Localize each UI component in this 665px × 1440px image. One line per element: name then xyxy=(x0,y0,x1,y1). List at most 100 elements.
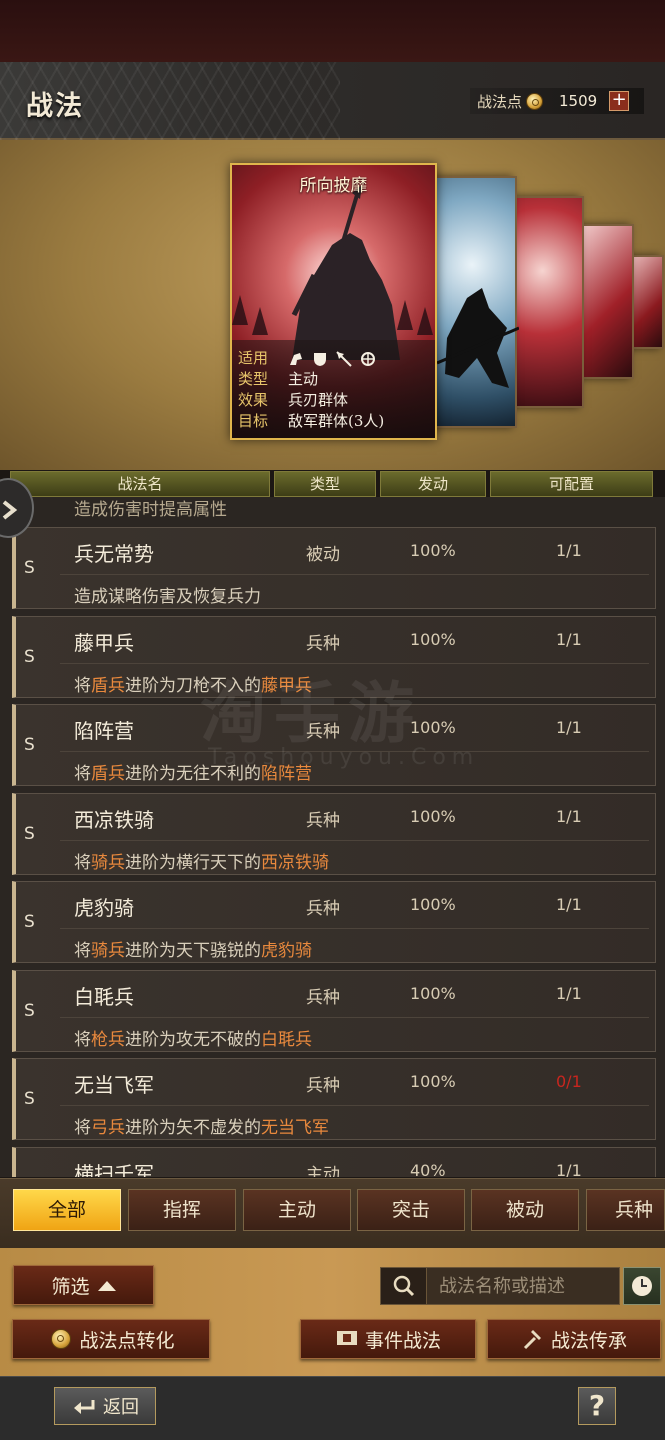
tactic-row[interactable]: S 无当飞军 兵种 100% 0/1 将弓兵进阶为矢不虚发的无当飞军 xyxy=(12,1058,656,1140)
filter-button[interactable]: 筛选 xyxy=(13,1265,154,1305)
tactic-description: 将弓兵进阶为矢不虚发的无当飞军 xyxy=(74,1113,329,1138)
filter-label: 筛选 xyxy=(51,1275,90,1298)
highlight-text: 骑兵 xyxy=(91,852,125,873)
tactic-row[interactable]: S横扫千军主动40%1/1 xyxy=(12,1146,656,1178)
tactic-slots: 1/1 xyxy=(556,806,582,826)
tab-assault[interactable]: 突击 xyxy=(357,1189,465,1231)
tactic-grade: S xyxy=(24,558,35,578)
card-info-value: 主动 xyxy=(288,370,319,388)
history-button[interactable] xyxy=(623,1267,661,1305)
side-drawer-handle[interactable] xyxy=(0,478,34,538)
crossbow-icon xyxy=(360,351,376,367)
tab-troop[interactable]: 兵种 xyxy=(586,1189,665,1231)
description-text: 进阶为攻无不破的 xyxy=(125,1029,261,1050)
tactic-row[interactable]: S 白毦兵 兵种 100% 1/1 将枪兵进阶为攻无不破的白毦兵 xyxy=(12,969,656,1052)
tactic-name: 虎豹骑 xyxy=(74,896,134,920)
convert-points-button[interactable]: 战法点转化 xyxy=(12,1319,210,1359)
back-button[interactable]: 返回 xyxy=(54,1387,156,1425)
search-box xyxy=(380,1267,620,1305)
column-header-slots[interactable]: 可配置 xyxy=(490,471,653,497)
inherit-tactics-label: 战法传承 xyxy=(550,1329,627,1352)
footer-bar: 返回 ? xyxy=(0,1376,665,1440)
column-header-type[interactable]: 类型 xyxy=(274,471,376,497)
convert-points-label: 战法点转化 xyxy=(79,1329,175,1352)
row-divider xyxy=(60,1016,649,1018)
card-preview-3[interactable] xyxy=(582,224,634,379)
tactic-slots: 1/1 xyxy=(556,1160,582,1178)
highlight-text: 弓兵 xyxy=(91,1118,125,1138)
row-divider xyxy=(60,928,649,929)
tactic-description: 将骑兵进阶为天下骁锐的虎豹骑 xyxy=(74,936,312,961)
tactic-slots: 1/1 xyxy=(556,718,582,737)
tactic-grade: S xyxy=(24,823,35,844)
tactic-name: 横扫千军 xyxy=(74,1161,154,1178)
tactic-description: 将枪兵进阶为攻无不破的白毦兵 xyxy=(74,1025,312,1050)
help-button[interactable]: ? xyxy=(578,1387,616,1425)
tactic-type: 兵种 xyxy=(306,1076,340,1096)
card-info-row: 适用 xyxy=(238,348,435,369)
tactic-rate: 100% xyxy=(410,1072,456,1091)
inherit-tactics-button[interactable]: 战法传承 xyxy=(487,1319,661,1359)
return-arrow-icon xyxy=(74,1400,95,1414)
tactic-grade: S xyxy=(24,912,35,932)
event-tactics-label: 事件战法 xyxy=(364,1329,441,1352)
description-text: 造成谋略伤害及恢复兵力 xyxy=(74,587,261,607)
watermark: 淘手游 xyxy=(200,675,422,752)
description-text: 进阶为横行天下的 xyxy=(125,852,261,873)
column-header-name[interactable]: 战法名 xyxy=(10,471,270,497)
clock-icon xyxy=(632,1276,652,1296)
arrow-right-icon xyxy=(2,500,18,520)
table-header: 战法名 类型 发动 可配置 xyxy=(10,471,657,497)
tactic-row[interactable]: S 虎豹骑 兵种 100% 1/1 将骑兵进阶为天下骁锐的虎豹骑 xyxy=(12,881,656,963)
tab-active[interactable]: 主动 xyxy=(243,1189,351,1231)
search-input[interactable] xyxy=(439,1275,619,1297)
tactic-rate: 100% xyxy=(410,541,456,560)
tactic-rate: 100% xyxy=(410,806,456,826)
featured-tactic-card[interactable]: 所向披靡 适用 类型 主动 效果 兵刃群体 目标 敌军群体(3人) xyxy=(230,163,437,440)
warrior-illustration xyxy=(436,288,520,388)
tactic-row[interactable]: S 西凉铁骑 兵种 100% 1/1 将骑兵进阶为横行天下的西凉铁骑 xyxy=(12,792,656,875)
cavalry-icon xyxy=(288,351,304,367)
tab-passive[interactable]: 被动 xyxy=(471,1189,579,1231)
highlight-text: 枪兵 xyxy=(91,1029,125,1050)
tab-all[interactable]: 全部 xyxy=(13,1189,121,1231)
card-preview-4[interactable] xyxy=(630,255,664,349)
card-info-key: 效果 xyxy=(238,391,269,409)
highlight-text: 西凉铁骑 xyxy=(261,852,329,873)
column-header-rate[interactable]: 发动 xyxy=(380,471,486,497)
tactic-grade: S xyxy=(24,735,35,755)
highlight-text: 虎豹骑 xyxy=(261,941,312,961)
description-text: 将 xyxy=(74,1118,91,1138)
card-title: 所向披靡 xyxy=(299,176,368,196)
event-tactics-button[interactable]: 事件战法 xyxy=(300,1319,476,1359)
tactic-rate: 100% xyxy=(410,895,456,914)
coin-icon xyxy=(51,1329,72,1349)
tactic-row[interactable]: S 兵无常势 被动 100% 1/1 造成谋略伤害及恢复兵力 xyxy=(12,527,656,609)
tactic-grade: S xyxy=(24,646,35,667)
add-points-button[interactable]: + xyxy=(609,91,630,111)
description-text: 将 xyxy=(74,675,91,696)
tab-command[interactable]: 指挥 xyxy=(128,1189,236,1231)
description-text: 将 xyxy=(74,1029,91,1050)
search-icon[interactable] xyxy=(381,1268,427,1304)
card-info-key: 类型 xyxy=(238,370,269,388)
card-preview-2[interactable] xyxy=(514,196,584,408)
tactic-list[interactable]: 造成伤害时提高属性 S 兵无常势 被动 100% 1/1 造成谋略伤害及恢复兵力 S 藤甲兵兵… xyxy=(0,497,665,1177)
card-info-key: 适用 xyxy=(238,349,269,367)
tactic-name: 西凉铁骑 xyxy=(74,807,154,832)
tactic-slots: 1/1 xyxy=(556,541,582,560)
unit-type-icons xyxy=(288,348,376,369)
description-text: 进阶为天下骁锐的 xyxy=(125,941,261,961)
category-tabs: 全部 指挥 主动 突击 被动 兵种 xyxy=(0,1178,665,1248)
spear-icon xyxy=(336,350,352,367)
tactic-rate: 40% xyxy=(410,1160,446,1178)
card-info-key: 目标 xyxy=(238,412,269,430)
tactic-name: 白毦兵 xyxy=(74,984,134,1009)
tactic-type: 主动 xyxy=(306,1164,340,1178)
tactic-rate: 100% xyxy=(410,629,456,649)
highlight-text: 白毦兵 xyxy=(261,1029,312,1050)
tactic-name: 陷阵营 xyxy=(74,719,134,743)
partial-row-text: 造成伤害时提高属性 xyxy=(74,500,227,520)
tactic-name: 兵无常势 xyxy=(74,542,154,566)
card-preview-1[interactable] xyxy=(435,176,520,428)
